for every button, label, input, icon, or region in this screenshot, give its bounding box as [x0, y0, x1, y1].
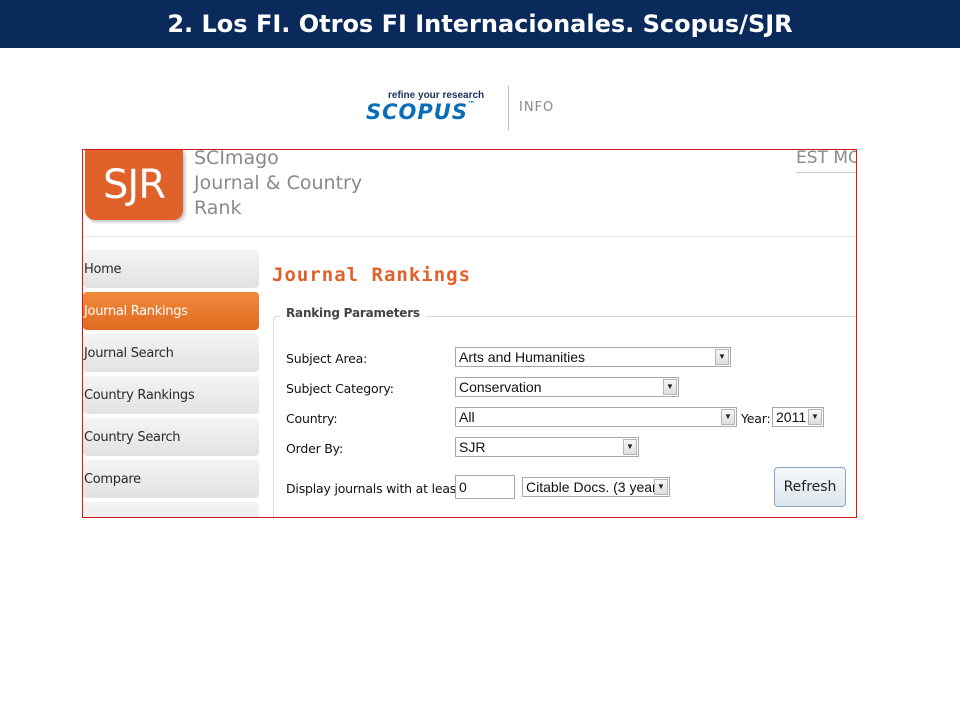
sidebar-item-country-search[interactable]: Country Search	[83, 418, 259, 456]
scopus-trademark: ™	[467, 100, 476, 108]
order-by-value: SJR	[459, 439, 486, 455]
sidebar-item-label: Journal Rankings	[84, 303, 188, 319]
chevron-down-icon: ▼	[623, 439, 637, 455]
subject-category-select[interactable]: Conservation ▼	[455, 377, 679, 397]
sjr-title-line: Rank	[194, 197, 242, 219]
country-select[interactable]: All ▼	[455, 407, 737, 427]
sidebar-item-country-rankings[interactable]: Country Rankings	[83, 376, 259, 414]
sidebar-item-journal-search[interactable]: Journal Search	[83, 334, 259, 372]
top-right-underline	[796, 172, 856, 173]
sjr-logo-text: SJR	[103, 162, 166, 208]
sjr-title-line: Journal & Country	[194, 172, 363, 194]
chevron-down-icon: ▼	[663, 379, 677, 395]
order-by-select[interactable]: SJR ▼	[455, 437, 639, 457]
page-heading: Journal Rankings	[272, 264, 472, 286]
scopus-logo: refine your research SCOPUS™ INFO	[366, 86, 566, 132]
min-docs-input[interactable]: 0	[455, 475, 515, 499]
scopus-info-label: INFO	[519, 100, 555, 115]
scopus-divider	[508, 86, 509, 130]
sidebar-item-home[interactable]: Home	[83, 250, 259, 288]
min-docs-value: 0	[459, 479, 467, 495]
chevron-down-icon: ▼	[654, 479, 668, 495]
country-label: Country:	[286, 411, 338, 426]
scopus-wordmark-text: SCOPUS	[366, 100, 468, 124]
sidebar-item-label: Home	[84, 261, 122, 277]
sjr-logo[interactable]: SJR	[85, 150, 183, 220]
citable-docs-value: Citable Docs. (3 years)	[526, 479, 669, 495]
header-divider	[83, 236, 856, 237]
refresh-button-label: Refresh	[783, 479, 837, 495]
sidebar-item-label: Country Rankings	[84, 387, 195, 403]
chevron-down-icon: ▼	[715, 349, 729, 365]
slide-title: 2. Los FI. Otros FI Internacionales. Sco…	[167, 10, 793, 38]
subject-category-label: Subject Category:	[286, 381, 394, 396]
subject-area-value: Arts and Humanities	[459, 349, 586, 365]
order-by-label: Order By:	[286, 441, 343, 456]
sjr-site-title: SCImago Journal & Country Rank	[194, 149, 363, 221]
country-value: All	[459, 409, 475, 425]
display-journals-label: Display journals with at least:	[286, 481, 465, 496]
sidebar-item-label: Journal Search	[84, 345, 174, 361]
subject-category-value: Conservation	[459, 379, 542, 395]
refresh-button[interactable]: Refresh	[774, 467, 846, 507]
citable-docs-select[interactable]: Citable Docs. (3 years) ▼	[522, 477, 670, 497]
slide-title-bar: 2. Los FI. Otros FI Internacionales. Sco…	[0, 0, 960, 48]
subject-area-label: Subject Area:	[286, 351, 368, 366]
sidebar-nav: Home Journal Rankings Journal Search Cou…	[83, 250, 259, 517]
year-value: 2011	[776, 409, 807, 425]
top-right-text: EST MO	[796, 149, 857, 168]
sidebar-item-compare[interactable]: Compare	[83, 460, 259, 498]
chevron-down-icon: ▼	[808, 409, 822, 425]
sjr-screenshot: SJR SCImago Journal & Country Rank EST M…	[82, 149, 857, 518]
year-select[interactable]: 2011 ▼	[772, 407, 824, 427]
sidebar-item-label: Compare	[84, 471, 141, 487]
chevron-down-icon: ▼	[721, 409, 735, 425]
year-label: Year:	[741, 411, 771, 426]
ranking-parameters-legend: Ranking Parameters	[280, 306, 426, 320]
sidebar-item-label: Country Search	[84, 429, 181, 445]
scopus-wordmark: SCOPUS™	[366, 100, 476, 124]
sidebar-item-more[interactable]	[83, 502, 259, 517]
sjr-title-line: SCImago	[194, 149, 279, 169]
sidebar-item-journal-rankings[interactable]: Journal Rankings	[83, 292, 259, 330]
subject-area-select[interactable]: Arts and Humanities ▼	[455, 347, 731, 367]
